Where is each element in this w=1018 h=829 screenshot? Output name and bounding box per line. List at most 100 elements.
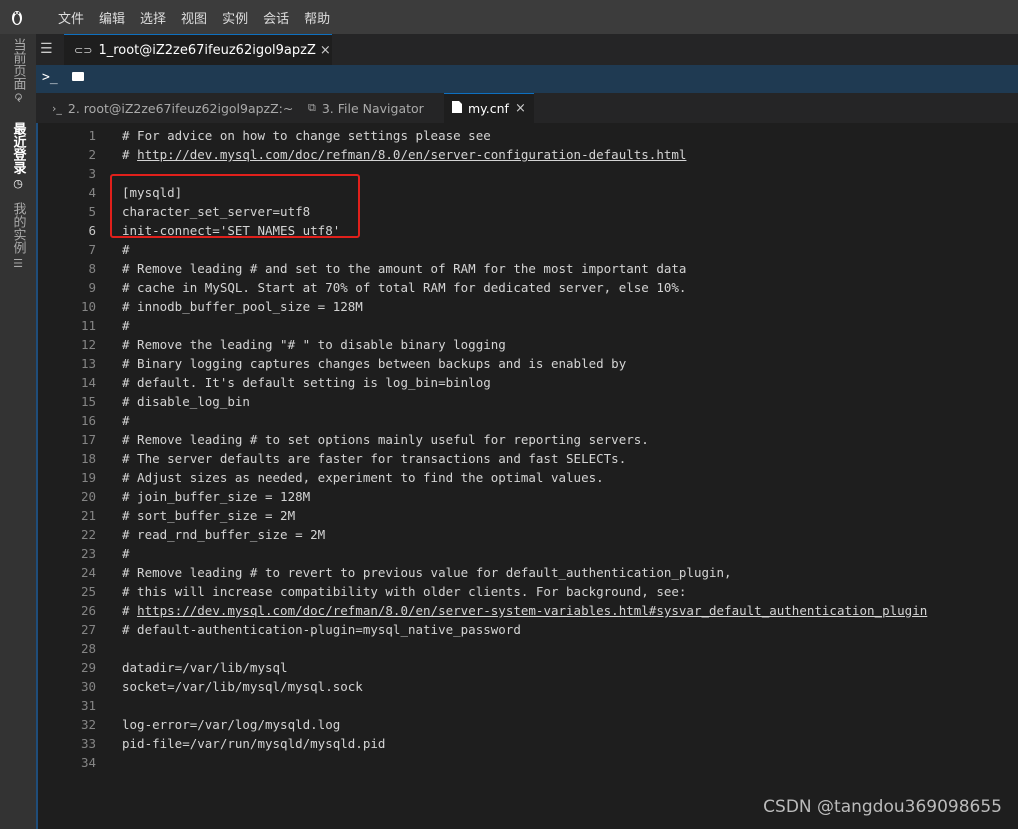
code-text: # [122, 318, 130, 333]
code-line[interactable]: 27 # default-authentication-plugin=mysql_… [38, 620, 1018, 639]
code-line[interactable]: 20 # join_buffer_size = 128M [38, 487, 1018, 506]
code-line[interactable]: 18 # The server defaults are faster for t… [38, 449, 1018, 468]
code-line[interactable]: 16 # [38, 411, 1018, 430]
code-line[interactable]: 8 # Remove leading # and set to the amoun… [38, 259, 1018, 278]
line-number: 9 [88, 280, 96, 295]
menu-view[interactable]: 视图 [181, 8, 207, 27]
sidebar-tab-recent-login[interactable]: 最近登录 ◷ [8, 122, 28, 190]
line-number: 34 [80, 755, 96, 770]
line-number: 24 [80, 565, 96, 580]
clock-icon: ◷ [11, 177, 25, 190]
menu-select[interactable]: 选择 [140, 8, 166, 27]
code-line[interactable]: 30 socket=/var/lib/mysql/mysql.sock [38, 677, 1018, 696]
code-line[interactable]: 24 # Remove leading # to revert to previo… [38, 563, 1018, 582]
code-text: # default-authentication-plugin=mysql_na… [122, 622, 521, 637]
line-number: 1 [88, 128, 96, 143]
code-line[interactable]: 28 [38, 639, 1018, 658]
sidebar-tab-current-page[interactable]: 当前页面 ⟳ [8, 38, 28, 102]
code-line[interactable]: 2 # http://dev.mysql.com/doc/refman/8.0/e… [38, 145, 1018, 164]
code-line[interactable]: 33 pid-file=/var/run/mysqld/mysqld.pid [38, 734, 1018, 753]
code-line[interactable]: 13 # Binary logging captures changes betw… [38, 354, 1018, 373]
session-link-icon: ⊂⊃ [74, 44, 93, 57]
folder-icon[interactable] [72, 72, 84, 81]
code-line[interactable]: 1 # For advice on how to change settings … [38, 126, 1018, 145]
line-number: 17 [80, 432, 96, 447]
code-line[interactable]: 26 # https://dev.mysql.com/doc/refman/8.0… [38, 601, 1018, 620]
code-text: # Remove leading # to revert to previous… [122, 565, 732, 580]
code-line[interactable]: 14 # default. It's default setting is log… [38, 373, 1018, 392]
code-text: # this will increase compatibility with … [122, 584, 687, 599]
line-number: 5 [88, 204, 96, 219]
line-number: 27 [80, 622, 96, 637]
code-line[interactable]: 12 # Remove the leading "# " to disable b… [38, 335, 1018, 354]
close-icon[interactable]: × [320, 43, 331, 58]
code-line[interactable]: 19 # Adjust sizes as needed, experiment t… [38, 468, 1018, 487]
sidebar-tab-label: 当前页面 [10, 38, 26, 90]
code-line[interactable]: 22 # read_rnd_buffer_size = 2M [38, 525, 1018, 544]
menu-file[interactable]: 文件 [58, 8, 84, 27]
code-text: # cache in MySQL. Start at 70% of total … [122, 280, 687, 295]
code-text: pid-file=/var/run/mysqld/mysqld.pid [122, 736, 386, 751]
code-line[interactable]: 21 # sort_buffer_size = 2M [38, 506, 1018, 525]
highlight-box [110, 174, 360, 238]
menu-instance[interactable]: 实例 [222, 8, 248, 27]
refresh-icon: ⟳ [11, 93, 25, 103]
editor-tabs: ›_ 2. root@iZ2ze67ifeuz62igol9apzZ:~ ⧉ 3… [36, 93, 1018, 123]
code-link[interactable]: http://dev.mysql.com/doc/refman/8.0/en/s… [137, 147, 686, 162]
code-line[interactable]: 25 # this will increase compatibility wit… [38, 582, 1018, 601]
line-number: 29 [80, 660, 96, 675]
hamburger-menu-icon[interactable]: ☰ [40, 41, 53, 57]
watermark: CSDN @tangdou369098655 [763, 797, 1002, 817]
code-text: # Remove the leading "# " to disable bin… [122, 337, 506, 352]
code-line[interactable]: 9 # cache in MySQL. Start at 70% of total… [38, 278, 1018, 297]
code-line[interactable]: 11 # [38, 316, 1018, 335]
code-line[interactable]: 23 # [38, 544, 1018, 563]
line-number: 21 [80, 508, 96, 523]
menu-help[interactable]: 帮助 [304, 8, 330, 27]
line-number: 12 [80, 337, 96, 352]
code-text: datadir=/var/lib/mysql [122, 660, 288, 675]
tab-my-cnf[interactable]: my.cnf × [444, 93, 534, 123]
line-number: 26 [80, 603, 96, 618]
close-icon[interactable]: × [515, 101, 526, 116]
code-link[interactable]: https://dev.mysql.com/doc/refman/8.0/en/… [137, 603, 927, 618]
code-text: # https://dev.mysql.com/doc/refman/8.0/e… [122, 603, 928, 618]
menu-edit[interactable]: 编辑 [99, 8, 125, 27]
code-line[interactable]: 10 # innodb_buffer_pool_size = 128M [38, 297, 1018, 316]
tab-label: my.cnf [468, 101, 509, 116]
tab-terminal[interactable]: ›_ 2. root@iZ2ze67ifeuz62igol9apzZ:~ [52, 93, 293, 123]
linux-penguin-icon [8, 8, 26, 26]
code-line[interactable]: 31 [38, 696, 1018, 715]
code-line[interactable]: 34 [38, 753, 1018, 772]
sidebar-tab-my-instances[interactable]: 我的实例 ☰ [8, 202, 28, 270]
code-line[interactable]: 32 log-error=/var/log/mysqld.log [38, 715, 1018, 734]
menu-session[interactable]: 会话 [263, 8, 289, 27]
code-text: # The server defaults are faster for tra… [122, 451, 627, 466]
sidebar-tab-label: 最近登录 [10, 122, 26, 174]
file-navigator-icon: ⧉ [308, 101, 316, 114]
line-number: 30 [80, 679, 96, 694]
line-number: 25 [80, 584, 96, 599]
line-number: 11 [80, 318, 96, 333]
line-number: 22 [80, 527, 96, 542]
line-number: 16 [80, 413, 96, 428]
code-line[interactable]: 7 # [38, 240, 1018, 259]
code-text: # http://dev.mysql.com/doc/refman/8.0/en… [122, 147, 687, 162]
terminal-icon: ›_ [52, 101, 62, 115]
code-line[interactable]: 29 datadir=/var/lib/mysql [38, 658, 1018, 677]
list-icon: ☰ [11, 257, 25, 270]
tab-label: 3. File Navigator [321, 100, 424, 116]
tab-file-navigator[interactable]: ⧉ 3. File Navigator [308, 93, 424, 123]
session-bar: ☰ ⊂⊃ 1_root@iZ2ze67ifeuz62igol9apzZ × [36, 34, 1018, 66]
toolbar: >_ [36, 65, 1018, 93]
code-line[interactable]: 15 # disable_log_bin [38, 392, 1018, 411]
session-tab[interactable]: ⊂⊃ 1_root@iZ2ze67ifeuz62igol9apzZ × [64, 34, 332, 66]
line-number: 19 [80, 470, 96, 485]
terminal-icon[interactable]: >_ [42, 70, 58, 85]
code-line[interactable]: 17 # Remove leading # to set options main… [38, 430, 1018, 449]
code-text: # Adjust sizes as needed, experiment to … [122, 470, 604, 485]
line-number: 15 [80, 394, 96, 409]
session-tab-label: 1_root@iZ2ze67ifeuz62igol9apzZ [98, 43, 316, 58]
line-number: 23 [80, 546, 96, 561]
code-text: # Binary logging captures changes betwee… [122, 356, 627, 371]
